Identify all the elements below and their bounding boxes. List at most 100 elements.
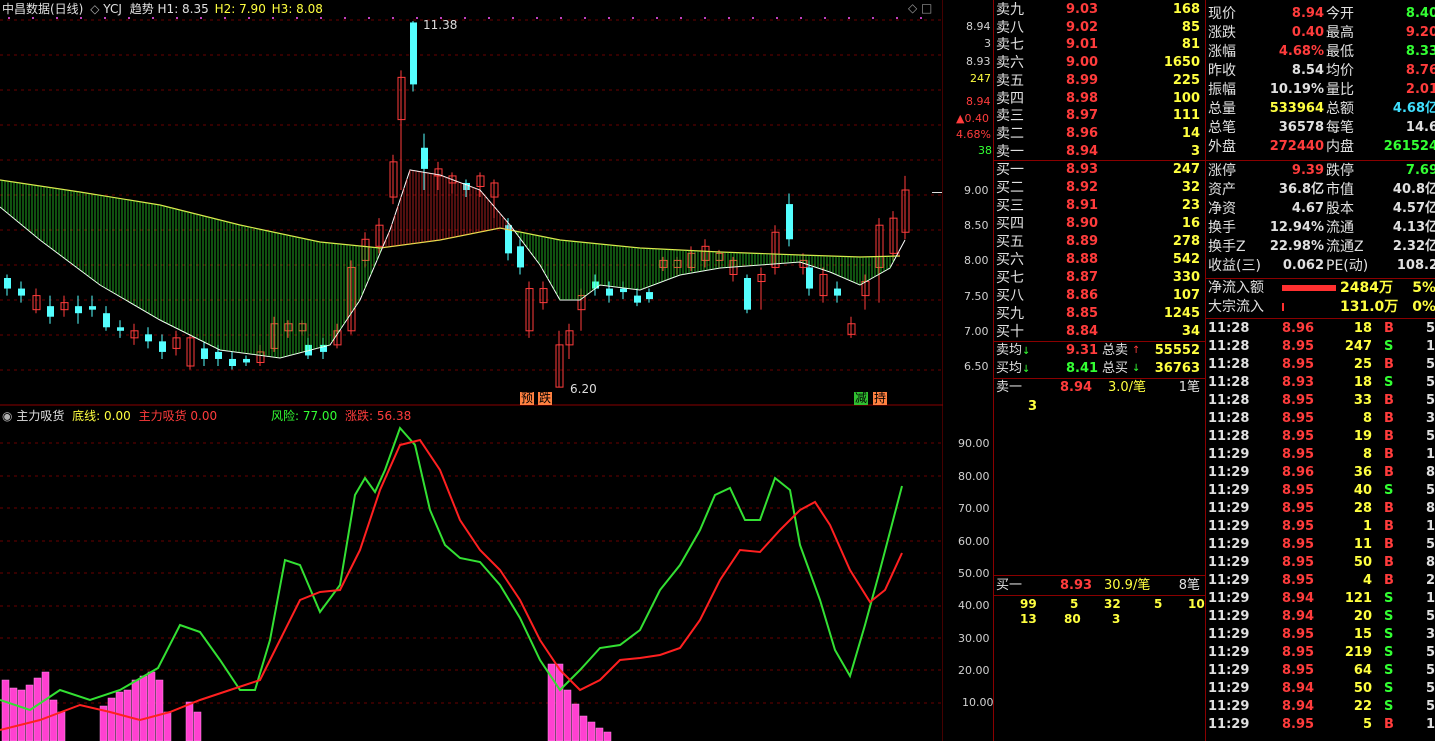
quote-value: 4.67 bbox=[1291, 201, 1324, 216]
tick-direction: S bbox=[1384, 483, 1394, 498]
sell-avg-value: 9.31 bbox=[1066, 343, 1099, 358]
candle bbox=[243, 358, 250, 363]
chart-panel[interactable]: 中昌数据(日线) ◇ YCJ 趋势 H1: 8.35 H2: 7.90 H3: … bbox=[0, 0, 994, 741]
tick-time: 11:28 bbox=[1208, 411, 1250, 426]
ask-row[interactable]: 卖九 9.03 168 bbox=[996, 1, 1204, 19]
ask-row[interactable]: 卖二 8.96 14 bbox=[996, 125, 1204, 143]
bid1-queue-item: 5 bbox=[1070, 597, 1079, 611]
marker-dot bbox=[224, 17, 226, 19]
ask-label: 卖五 bbox=[996, 72, 1024, 89]
bid-price: 8.84 bbox=[1066, 324, 1099, 339]
marker-dot bbox=[416, 17, 418, 19]
tick-row: 11:28 8.95 247 S 16 bbox=[1208, 338, 1435, 356]
kline-chart[interactable] bbox=[0, 0, 943, 741]
ask-volume: 168 bbox=[1172, 2, 1200, 17]
bid-row[interactable]: 买三 8.91 23 bbox=[996, 197, 1204, 215]
tick-count: 5 bbox=[1426, 609, 1435, 624]
ask-row[interactable]: 卖三 8.97 111 bbox=[996, 107, 1204, 125]
tick-volume: 5 bbox=[1362, 717, 1372, 732]
ask1-queue-label: 卖一 bbox=[996, 380, 1023, 395]
indicator-name[interactable]: 主力吸货 bbox=[16, 409, 64, 423]
axis-tick: 9.00 bbox=[964, 184, 989, 197]
bid-row[interactable]: 买四 8.90 16 bbox=[996, 215, 1204, 233]
tick-price: 8.94 bbox=[1282, 699, 1315, 714]
ask-price: 8.94 bbox=[1066, 143, 1099, 159]
ask-row[interactable]: 卖四 8.98 100 bbox=[996, 90, 1204, 108]
ask-row[interactable]: 卖一 8.94 3 bbox=[996, 143, 1204, 161]
accumulation-bar bbox=[571, 703, 580, 741]
axis-tick: 6.50 bbox=[964, 360, 989, 373]
quote-value: 261524 bbox=[1383, 139, 1435, 154]
ask-row[interactable]: 卖六 9.00 1650 bbox=[996, 54, 1204, 72]
ask-row[interactable]: 卖七 9.01 81 bbox=[996, 36, 1204, 54]
tick-count: 5 bbox=[1426, 393, 1435, 408]
accumulation-bar bbox=[603, 731, 612, 741]
tick-price: 8.94 bbox=[1282, 681, 1315, 696]
bid-row[interactable]: 买七 8.87 330 bbox=[996, 269, 1204, 287]
marker-dot bbox=[872, 17, 874, 19]
tick-row: 11:29 8.95 11 B 5 bbox=[1208, 536, 1435, 554]
quote-value: 8.40 bbox=[1405, 6, 1435, 21]
accumulation-bar bbox=[41, 671, 50, 741]
bid-price: 8.92 bbox=[1066, 180, 1099, 195]
tick-count: 5 bbox=[1426, 357, 1435, 372]
bid-row[interactable]: 买二 8.92 32 bbox=[996, 179, 1204, 197]
tick-volume: 64 bbox=[1353, 663, 1372, 678]
candle bbox=[410, 22, 417, 85]
candle bbox=[18, 288, 25, 296]
quote-value: 7.69 bbox=[1405, 163, 1435, 178]
tick-time: 11:28 bbox=[1208, 429, 1250, 444]
ask-row[interactable]: 卖五 8.99 225 bbox=[996, 72, 1204, 90]
axis-price-1: 8.94 bbox=[966, 20, 991, 33]
tick-time: 11:29 bbox=[1208, 591, 1250, 606]
accumulation-bar bbox=[185, 701, 194, 741]
marker-dot bbox=[752, 17, 754, 19]
settings-icon[interactable]: ◉ bbox=[2, 409, 12, 423]
quote-label: 每笔 bbox=[1326, 120, 1354, 136]
marker-dot bbox=[896, 17, 898, 19]
marker-dot bbox=[608, 17, 610, 19]
netflow-label: 净流入额 bbox=[1208, 280, 1264, 296]
risk-line bbox=[0, 426, 903, 712]
accumulation-bar bbox=[193, 711, 202, 741]
dixian-value: 0.00 bbox=[104, 409, 131, 423]
bid-row[interactable]: 买一 8.93 247 bbox=[996, 161, 1204, 179]
ask1-queue-price: 8.94 bbox=[1060, 380, 1093, 395]
tick-row: 11:29 8.94 20 S 5 bbox=[1208, 608, 1435, 626]
accumulation-bar bbox=[107, 697, 116, 741]
ask1-queue-header[interactable]: 卖一 8.94 3.0/笔 1笔 bbox=[996, 379, 1204, 397]
marker-dot bbox=[536, 17, 538, 19]
bid-row[interactable]: 买六 8.88 542 bbox=[996, 251, 1204, 269]
ask-row[interactable]: 卖八 9.02 85 bbox=[996, 19, 1204, 37]
bid-row[interactable]: 买十 8.84 34 bbox=[996, 323, 1204, 341]
quote-value: 0.40 bbox=[1291, 25, 1324, 40]
bid-label: 买八 bbox=[996, 288, 1024, 304]
tick-count: 5 bbox=[1426, 645, 1435, 660]
quote-label: 涨跌 bbox=[1208, 25, 1236, 41]
accumulation-bar bbox=[33, 677, 42, 741]
netflow-value: 2484万 bbox=[1340, 280, 1393, 296]
marker-dot bbox=[512, 17, 514, 19]
tick-price: 8.95 bbox=[1282, 339, 1315, 354]
tick-row: 11:29 8.95 219 S 5 bbox=[1208, 644, 1435, 662]
tick-time: 11:29 bbox=[1208, 555, 1250, 570]
tick-volume: 15 bbox=[1353, 627, 1372, 642]
candle bbox=[620, 288, 627, 293]
bid-row[interactable]: 买八 8.86 107 bbox=[996, 287, 1204, 305]
tick-volume: 22 bbox=[1353, 699, 1372, 714]
bid1-queue-header[interactable]: 买一 8.93 30.9/笔 8笔 bbox=[996, 577, 1204, 595]
bid-row[interactable]: 买九 8.85 1245 bbox=[996, 305, 1204, 323]
tick-row: 11:28 8.93 18 S 5 bbox=[1208, 374, 1435, 392]
bid-row[interactable]: 买五 8.89 278 bbox=[996, 233, 1204, 251]
tick-volume: 247 bbox=[1344, 339, 1372, 354]
tick-time: 11:29 bbox=[1208, 537, 1250, 552]
sub-axis-tick: 40.00 bbox=[958, 599, 990, 612]
tick-direction: S bbox=[1384, 627, 1394, 642]
bid1-queue-item: 99 bbox=[1020, 597, 1037, 611]
ask-price: 9.00 bbox=[1066, 55, 1099, 71]
netflow-pct: 5% bbox=[1412, 280, 1435, 296]
marker-dot bbox=[776, 17, 778, 19]
quote-value: 8.94 bbox=[1291, 6, 1324, 21]
tick-time: 11:29 bbox=[1208, 609, 1250, 624]
tick-price: 8.95 bbox=[1282, 411, 1315, 426]
